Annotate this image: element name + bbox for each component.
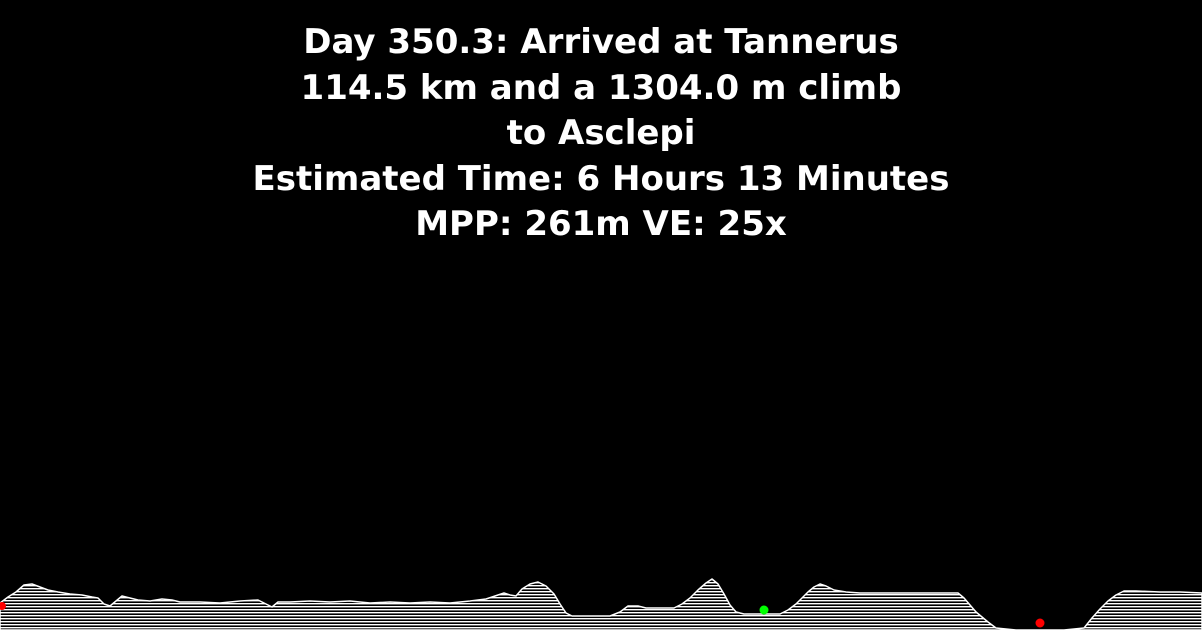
terrain-silhouette [0, 578, 1202, 630]
game-screen: Day 350.3: Arrived at Tannerus 114.5 km … [0, 0, 1202, 630]
destination-marker [1035, 618, 1045, 628]
elevation-profile [0, 578, 1202, 630]
current-position-marker [759, 605, 769, 615]
